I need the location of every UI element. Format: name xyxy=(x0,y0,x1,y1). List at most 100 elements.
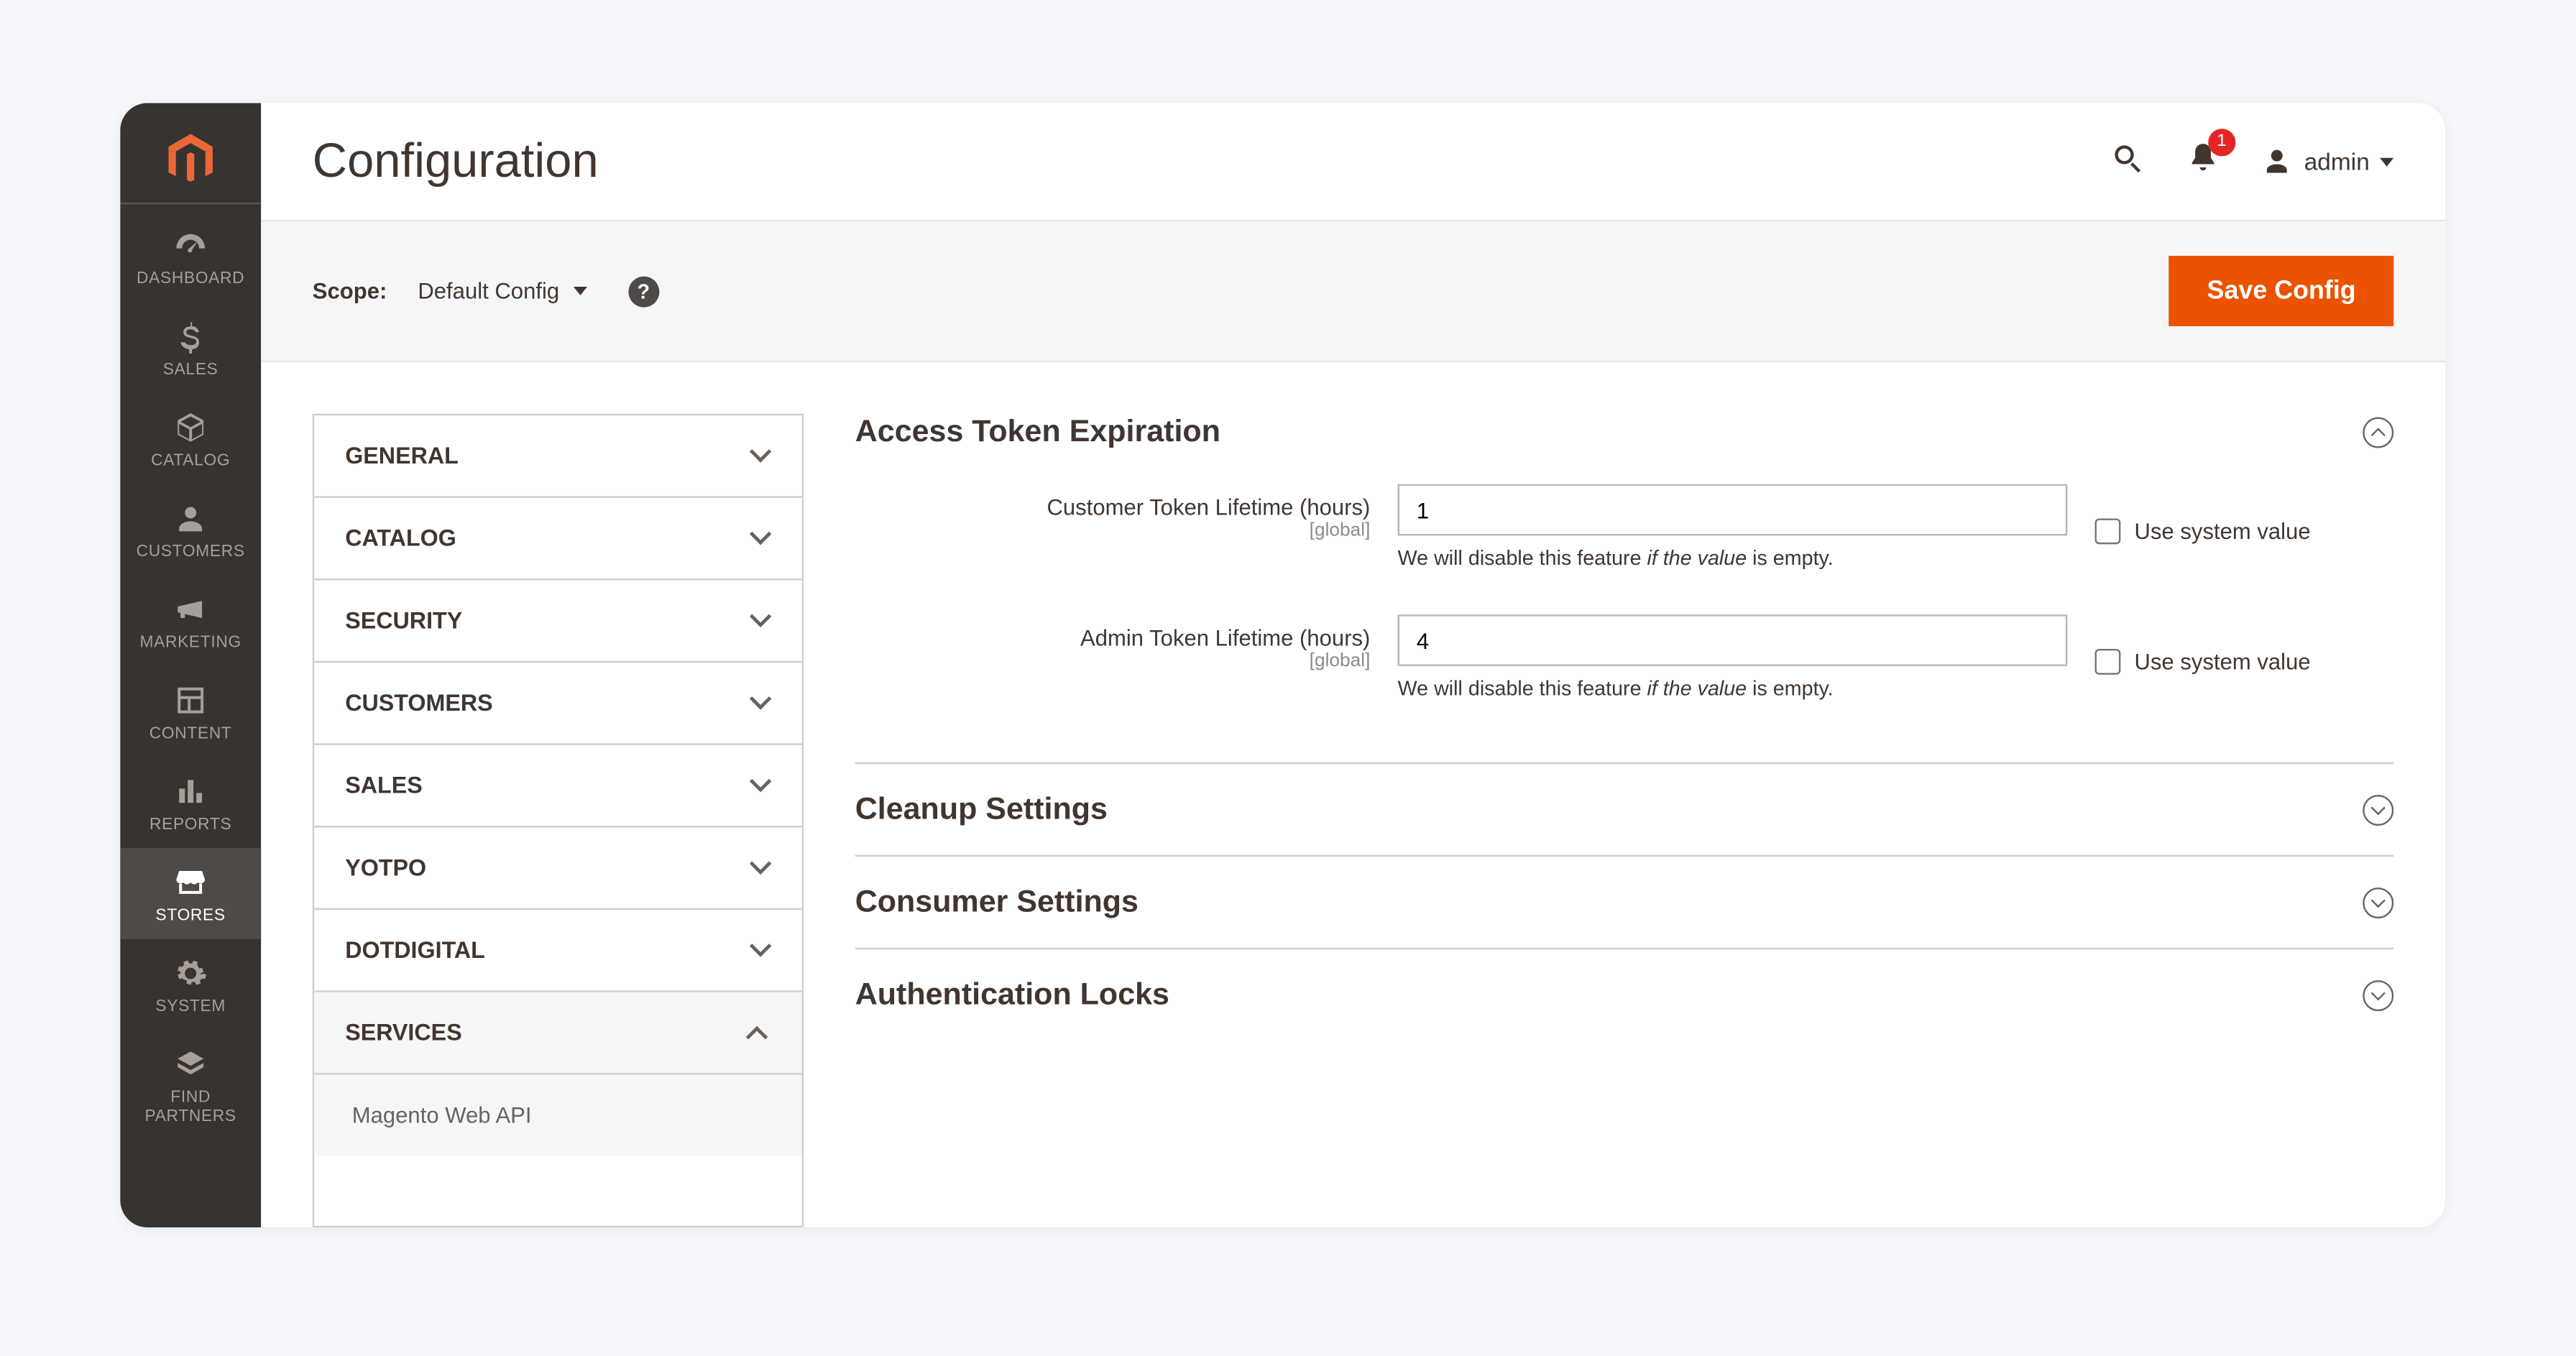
chevron-down-icon xyxy=(750,693,771,714)
sidebar-item-catalog[interactable]: CATALOG xyxy=(120,393,261,484)
magento-logo[interactable] xyxy=(120,103,261,204)
config-tab-yotpo[interactable]: YOTPO xyxy=(314,827,801,910)
field-admin-token-lifetime: Admin Token Lifetime (hours) [global] We… xyxy=(855,614,2394,700)
section-access-token-expiration[interactable]: Access Token Expiration xyxy=(855,414,2394,484)
customer-token-lifetime-input[interactable] xyxy=(1398,484,2068,536)
section-consumer-settings[interactable]: Consumer Settings xyxy=(855,855,2394,948)
sidebar-item-sales[interactable]: SALES xyxy=(120,302,261,393)
chevron-down-icon xyxy=(750,857,771,878)
sidebar-item-marketing[interactable]: MARKETING xyxy=(120,575,261,666)
admin-token-lifetime-input[interactable] xyxy=(1398,614,2068,666)
app-frame: DASHBOARD SALES CATALOG CUSTOMERS MARKET… xyxy=(120,103,2445,1227)
sidebar-item-dashboard[interactable]: DASHBOARD xyxy=(120,211,261,303)
sidebar-item-reports[interactable]: REPORTS xyxy=(120,757,261,849)
section-title: Authentication Locks xyxy=(855,977,1169,1013)
sidebar-label: SYSTEM xyxy=(155,997,226,1016)
field-customer-token-lifetime: Customer Token Lifetime (hours) [global]… xyxy=(855,484,2394,570)
chevron-down-icon xyxy=(2363,794,2393,825)
chevron-down-icon xyxy=(750,446,771,466)
scope-label: Scope: xyxy=(313,278,387,304)
user-icon xyxy=(2260,144,2294,179)
person-icon xyxy=(173,502,208,536)
sidebar-item-content[interactable]: CONTENT xyxy=(120,666,261,757)
field-label: Admin Token Lifetime (hours) [global] xyxy=(855,614,1371,700)
chevron-up-icon xyxy=(2363,416,2393,447)
sidebar-label: CONTENT xyxy=(150,724,232,743)
sidebar-label: REPORTS xyxy=(150,816,231,834)
section-title: Consumer Settings xyxy=(855,884,1138,920)
notification-badge: 1 xyxy=(2208,128,2235,155)
sidebar-label: STORES xyxy=(156,906,226,925)
partners-icon xyxy=(173,1047,208,1081)
config-tab-security[interactable]: SECURITY xyxy=(314,580,801,663)
chevron-down-icon xyxy=(750,940,771,961)
config-tab-dotdigital[interactable]: DOTDIGITAL xyxy=(314,910,801,992)
section-title: Cleanup Settings xyxy=(855,791,1108,827)
section-title: Access Token Expiration xyxy=(855,414,1220,450)
gear-icon xyxy=(173,956,208,991)
config-tab-catalog[interactable]: CATALOG xyxy=(314,498,801,581)
use-system-value-input[interactable] xyxy=(2095,518,2121,544)
checkbox-label: Use system value xyxy=(2135,649,2311,675)
store-icon xyxy=(173,865,208,900)
field-input-wrap: We will disable this feature if the valu… xyxy=(1398,614,2068,700)
user-name: admin xyxy=(2304,147,2370,175)
checkbox-label: Use system value xyxy=(2135,518,2311,544)
config-tab-customers[interactable]: CUSTOMERS xyxy=(314,663,801,745)
notifications-button[interactable]: 1 xyxy=(2184,138,2222,185)
config-tab-label: SALES xyxy=(345,772,423,798)
field-scope-hint: [global] xyxy=(855,520,1371,541)
save-config-button[interactable]: Save Config xyxy=(2169,256,2393,326)
page-title: Configuration xyxy=(313,134,2109,188)
scope-bar: Scope: Default Config ? Save Config xyxy=(261,220,2445,362)
search-icon xyxy=(2108,138,2146,176)
sidebar-label: CUSTOMERS xyxy=(137,543,245,561)
sidebar-item-system[interactable]: SYSTEM xyxy=(120,939,261,1030)
config-tab-label: CATALOG xyxy=(345,525,456,551)
section-authentication-locks[interactable]: Authentication Locks xyxy=(855,948,2394,1041)
topbar: Configuration 1 admin xyxy=(261,103,2445,219)
config-tab-label: SERVICES xyxy=(345,1020,462,1046)
section-cleanup-settings[interactable]: Cleanup Settings xyxy=(855,762,2394,855)
chevron-down-icon xyxy=(2363,887,2393,918)
scope-select[interactable]: Default Config xyxy=(418,278,586,304)
config-tab-label: GENERAL xyxy=(345,443,459,469)
config-tab-services[interactable]: SERVICES xyxy=(314,992,801,1075)
magento-logo-icon xyxy=(167,134,215,185)
admin-sidebar: DASHBOARD SALES CATALOG CUSTOMERS MARKET… xyxy=(120,103,261,1227)
config-tab-label: YOTPO xyxy=(345,855,426,881)
use-system-value-checkbox[interactable]: Use system value xyxy=(2095,614,2394,700)
config-tab-general[interactable]: GENERAL xyxy=(314,415,801,498)
field-label-text: Customer Token Lifetime (hours) xyxy=(1046,494,1370,520)
scope-help-button[interactable]: ? xyxy=(628,275,659,306)
config-tab-label: SECURITY xyxy=(345,608,462,634)
chevron-down-icon xyxy=(750,775,771,796)
chevron-down-icon xyxy=(750,610,771,631)
sidebar-label: MARKETING xyxy=(139,634,241,652)
config-subitem-magento-web-api[interactable]: Magento Web API xyxy=(314,1075,801,1156)
sidebar-item-customers[interactable]: CUSTOMERS xyxy=(120,484,261,576)
dollar-icon xyxy=(173,319,208,354)
use-system-value-checkbox[interactable]: Use system value xyxy=(2095,484,2394,570)
config-tab-sales[interactable]: SALES xyxy=(314,745,801,828)
gauge-icon xyxy=(173,229,208,263)
chevron-down-icon xyxy=(2363,979,2393,1010)
sidebar-item-partners[interactable]: FIND PARTNERS xyxy=(120,1030,261,1140)
content-area: GENERAL CATALOG SECURITY CUSTOMERS xyxy=(261,362,2445,1227)
use-system-value-input[interactable] xyxy=(2095,649,2121,675)
chevron-down-icon xyxy=(573,287,586,295)
sidebar-label: DASHBOARD xyxy=(137,269,244,288)
sidebar-label: FIND PARTNERS xyxy=(127,1089,254,1127)
field-label-text: Admin Token Lifetime (hours) xyxy=(1080,625,1370,651)
field-label: Customer Token Lifetime (hours) [global] xyxy=(855,484,1371,570)
config-tab-label: CUSTOMERS xyxy=(345,690,492,716)
bars-icon xyxy=(173,774,208,808)
layout-icon xyxy=(173,683,208,718)
sidebar-item-stores[interactable]: STORES xyxy=(120,848,261,939)
scope-value: Default Config xyxy=(418,278,559,304)
search-button[interactable] xyxy=(2108,138,2146,185)
sidebar-label: SALES xyxy=(163,361,218,379)
config-tabs: GENERAL CATALOG SECURITY CUSTOMERS xyxy=(313,414,804,1227)
field-scope-hint: [global] xyxy=(855,650,1371,671)
user-menu[interactable]: admin xyxy=(2260,144,2394,179)
